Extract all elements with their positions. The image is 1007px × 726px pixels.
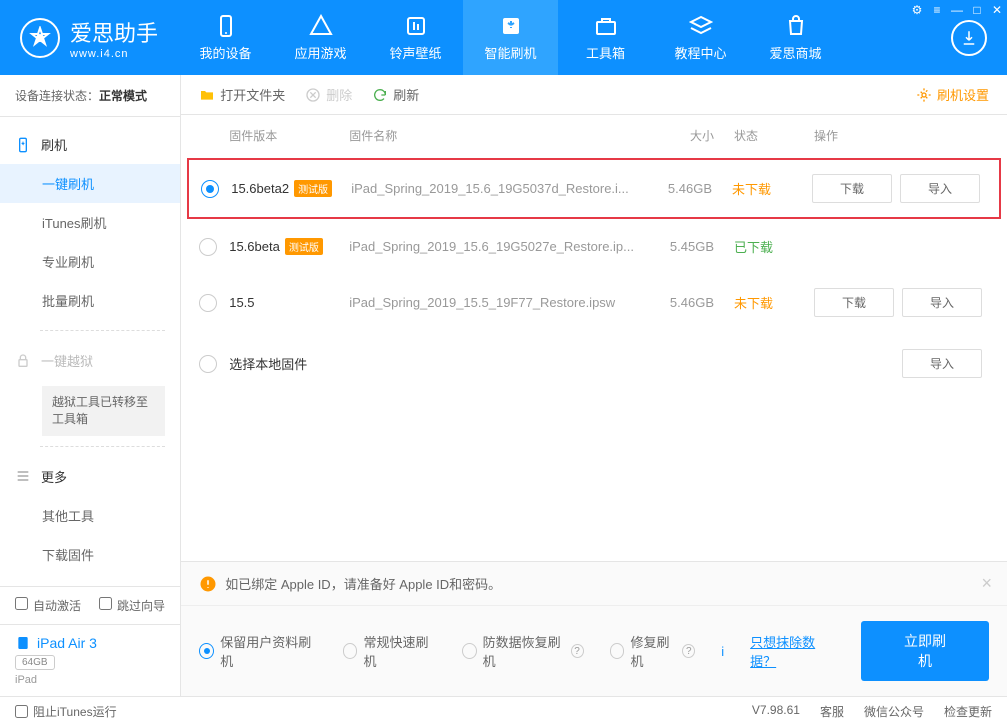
info-icon[interactable]: ? <box>571 644 584 658</box>
menu-icon[interactable]: ≡ <box>927 0 947 20</box>
toolbar: 打开文件夹 删除 刷新 刷机设置 <box>181 75 1007 115</box>
tablet-icon <box>15 635 31 651</box>
nav-toolbox[interactable]: 工具箱 <box>558 0 653 75</box>
option-normal[interactable]: 常规快速刷机 <box>343 632 436 670</box>
app-name: 爱思助手 <box>70 16 158 48</box>
content: 打开文件夹 删除 刷新 刷机设置 固件版本 固件名称 大小 状态 操作 <box>181 75 1007 696</box>
sidebar-item-advanced[interactable]: 高级功能 <box>0 574 180 586</box>
import-button[interactable]: 导入 <box>902 288 982 317</box>
option-keep-data[interactable]: 保留用户资料刷机 <box>199 632 316 670</box>
sidebar-item-download[interactable]: 下载固件 <box>0 535 180 574</box>
open-folder-button[interactable]: 打开文件夹 <box>199 85 285 104</box>
wechat-link[interactable]: 微信公众号 <box>864 703 924 720</box>
menu-icon <box>15 468 31 484</box>
device-status: 设备连接状态：正常模式 <box>0 75 180 117</box>
phone-icon <box>15 137 31 153</box>
top-nav: 我的设备 应用游戏 铃声壁纸 智能刷机 工具箱 教程中心 爱思商城 <box>178 0 951 75</box>
nav-smart-flash[interactable]: 智能刷机 <box>463 0 558 75</box>
footer: 阻止iTunes运行 V7.98.61 客服 微信公众号 检查更新 <box>0 696 1007 726</box>
import-button[interactable]: 导入 <box>902 349 982 378</box>
nav-ringtones[interactable]: 铃声壁纸 <box>368 0 463 75</box>
version-text: V7.98.61 <box>752 703 800 720</box>
auto-activate-checkbox[interactable]: 自动激活 <box>15 597 81 614</box>
warning-icon <box>199 575 217 593</box>
nav-mall[interactable]: 爱思商城 <box>748 0 843 75</box>
update-link[interactable]: 检查更新 <box>944 703 992 720</box>
header: 爱思助手 www.i4.cn 我的设备 应用游戏 铃声壁纸 智能刷机 工具箱 教… <box>0 0 1007 75</box>
row-radio[interactable] <box>199 294 217 312</box>
erase-data-link[interactable]: 只想抹除数据？ <box>750 632 835 670</box>
device-type: iPad <box>15 674 165 686</box>
nav-tutorials[interactable]: 教程中心 <box>653 0 748 75</box>
firmware-row[interactable]: 15.5 iPad_Spring_2019_15.5_19F77_Restore… <box>181 272 1007 333</box>
block-itunes-checkbox[interactable]: 阻止iTunes运行 <box>15 703 117 720</box>
info-icon[interactable]: ? <box>682 644 695 658</box>
flash-settings-button[interactable]: 刷机设置 <box>916 85 989 104</box>
warning-banner: 如已绑定 Apple ID，请准备好 Apple ID和密码。 × <box>181 562 1007 605</box>
close-warning-icon[interactable]: × <box>981 573 992 594</box>
sidebar-item-batch[interactable]: 批量刷机 <box>0 281 180 320</box>
refresh-icon <box>372 87 388 103</box>
gear-icon <box>916 87 932 103</box>
sidebar-item-pro[interactable]: 专业刷机 <box>0 242 180 281</box>
download-button[interactable]: 下载 <box>814 288 894 317</box>
sidebar-item-oneclick[interactable]: 一键刷机 <box>0 164 180 203</box>
sidebar-group-jailbreak: 一键越狱 <box>0 341 180 380</box>
flash-options: 保留用户资料刷机 常规快速刷机 防数据恢复刷机? 修复刷机? i 只想抹除数据？… <box>181 605 1007 696</box>
firmware-row[interactable]: 15.6beta测试版 iPad_Spring_2019_15.6_19G502… <box>181 221 1007 272</box>
row-radio[interactable] <box>199 238 217 256</box>
download-button[interactable]: 下载 <box>812 174 892 203</box>
bottom-panel: 如已绑定 Apple ID，请准备好 Apple ID和密码。 × 保留用户资料… <box>181 561 1007 696</box>
firmware-row[interactable]: 15.6beta2测试版 iPad_Spring_2019_15.6_19G50… <box>187 158 1001 219</box>
flash-now-button[interactable]: 立即刷机 <box>861 621 989 681</box>
delete-button[interactable]: 删除 <box>305 85 352 104</box>
sidebar-item-other[interactable]: 其他工具 <box>0 496 180 535</box>
support-link[interactable]: 客服 <box>820 703 844 720</box>
download-button[interactable] <box>951 20 987 56</box>
maximize-icon[interactable]: □ <box>967 0 987 20</box>
device-storage: 64GB <box>15 655 55 670</box>
close-icon[interactable]: ✕ <box>987 0 1007 20</box>
sidebar-item-itunes[interactable]: iTunes刷机 <box>0 203 180 242</box>
lock-icon <box>15 353 31 369</box>
sidebar: 设备连接状态：正常模式 刷机 一键刷机 iTunes刷机 专业刷机 批量刷机 一… <box>0 75 181 696</box>
device-name[interactable]: iPad Air 3 <box>15 635 165 651</box>
minimize-icon[interactable]: — <box>947 0 967 20</box>
settings-icon[interactable]: ⚙ <box>907 0 927 20</box>
jailbreak-note: 越狱工具已转移至工具箱 <box>42 386 165 436</box>
sidebar-group-flash[interactable]: 刷机 <box>0 125 180 164</box>
window-controls: ⚙ ≡ — □ ✕ <box>907 0 1007 20</box>
folder-icon <box>199 87 215 103</box>
sidebar-group-more[interactable]: 更多 <box>0 457 180 496</box>
refresh-button[interactable]: 刷新 <box>372 85 419 104</box>
info-icon[interactable]: i <box>721 644 724 659</box>
option-repair[interactable]: 修复刷机? <box>610 632 696 670</box>
skip-guide-checkbox[interactable]: 跳过向导 <box>99 597 165 614</box>
app-subtitle: www.i4.cn <box>70 48 158 60</box>
logo-icon <box>20 18 60 58</box>
nav-my-device[interactable]: 我的设备 <box>178 0 273 75</box>
device-info: iPad Air 3 64GB iPad <box>0 624 180 696</box>
import-button[interactable]: 导入 <box>900 174 980 203</box>
nav-apps[interactable]: 应用游戏 <box>273 0 368 75</box>
table-body: 15.6beta2测试版 iPad_Spring_2019_15.6_19G50… <box>181 156 1007 561</box>
row-radio[interactable] <box>199 355 217 373</box>
logo: 爱思助手 www.i4.cn <box>0 16 178 60</box>
row-radio[interactable] <box>201 180 219 198</box>
delete-icon <box>305 87 321 103</box>
firmware-row-local[interactable]: 选择本地固件 导入 <box>181 333 1007 394</box>
table-header: 固件版本 固件名称 大小 状态 操作 <box>181 115 1007 156</box>
option-anti-recovery[interactable]: 防数据恢复刷机? <box>462 632 584 670</box>
